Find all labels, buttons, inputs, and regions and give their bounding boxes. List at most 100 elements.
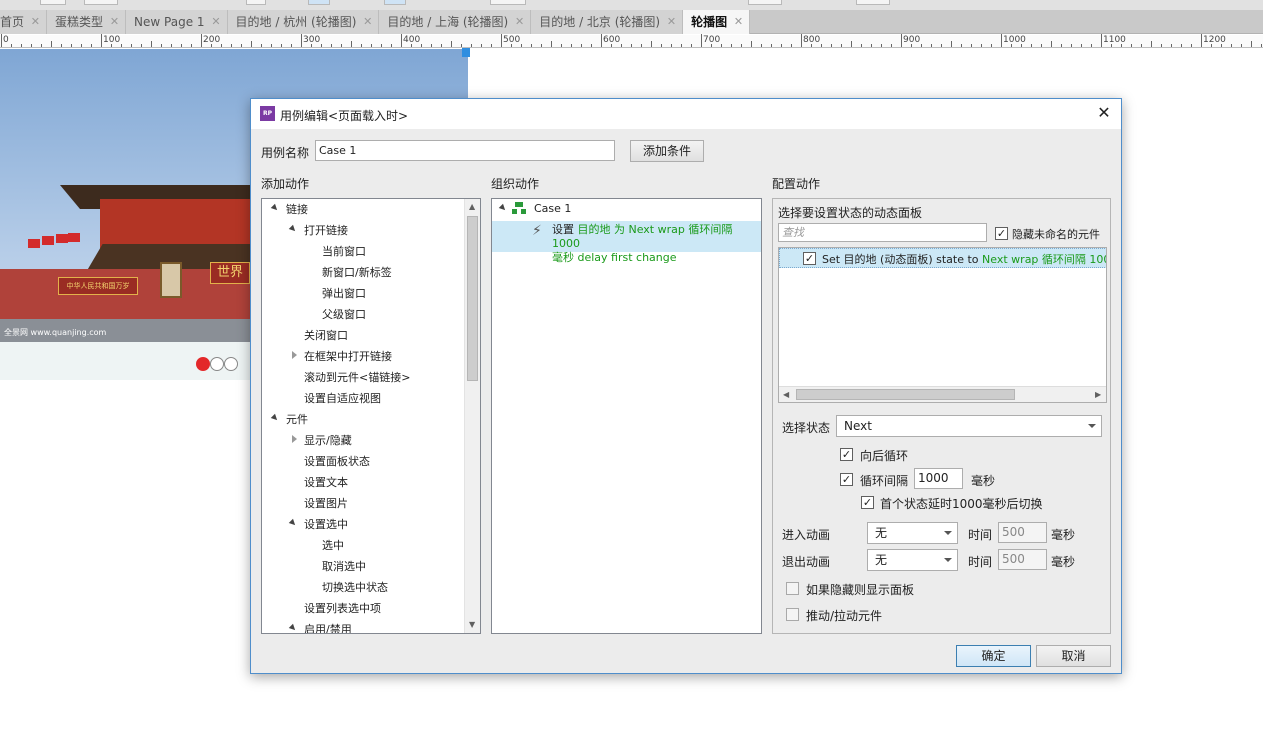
add-condition-button[interactable]: 添加条件 (630, 140, 704, 162)
ruler-label: 1000 (1003, 35, 1026, 45)
search-input[interactable]: 查找 (778, 223, 987, 242)
action-tree-item[interactable]: 设置面板状态 (304, 453, 370, 469)
toolbar-button[interactable] (40, 0, 66, 5)
tab-shanghai[interactable]: 目的地 / 上海 (轮播图) ✕ (379, 10, 532, 34)
cancel-button[interactable]: 取消 (1036, 645, 1111, 667)
action-tree-item[interactable]: 设置文本 (304, 474, 348, 490)
enter-time-input[interactable]: 500 (998, 522, 1047, 543)
organized-action-row[interactable]: ⚡ 设置 目的地 为 Next wrap 循环间隔 1000 毫秒 delay … (492, 221, 761, 264)
action-tree-item[interactable]: 设置图片 (304, 495, 348, 511)
close-icon[interactable]: ✕ (667, 10, 676, 34)
collapse-icon[interactable] (288, 623, 298, 633)
carousel-dot-3[interactable] (224, 357, 238, 371)
scroll-left-icon[interactable]: ◀ (783, 390, 789, 399)
collapse-icon[interactable] (270, 203, 280, 213)
collapse-icon[interactable] (288, 224, 298, 234)
hide-unnamed-checkbox[interactable]: ✓ (995, 227, 1008, 240)
ruler-label: 0 (3, 35, 9, 45)
show-if-hidden-checkbox[interactable] (786, 582, 799, 595)
toolbar-button[interactable] (308, 0, 330, 5)
case-name-label: 用例名称 (261, 146, 310, 160)
row-checkbox[interactable]: ✓ (803, 252, 816, 265)
close-icon[interactable]: ✕ (734, 10, 743, 34)
selection-handle[interactable] (462, 48, 470, 57)
carousel-dot-2[interactable] (210, 357, 224, 371)
action-tree-item[interactable]: 当前窗口 (322, 243, 366, 259)
scroll-down-icon[interactable]: ▼ (469, 620, 475, 629)
action-tree-scrollbar[interactable]: ▲ ▼ (464, 199, 480, 633)
close-icon[interactable]: ✕ (1093, 102, 1115, 124)
action-tree-item[interactable]: 切换选中状态 (322, 579, 388, 595)
chevron-down-icon (1088, 424, 1096, 428)
close-icon[interactable]: ✕ (110, 10, 119, 34)
tab-label: 目的地 / 杭州 (轮播图) (235, 15, 357, 29)
action-tree-item[interactable]: 设置自适应视图 (304, 390, 381, 406)
action-tree-item[interactable]: 打开链接 (304, 222, 348, 238)
toolbar-button[interactable] (384, 0, 406, 5)
select-state-dropdown[interactable]: Next (836, 415, 1102, 437)
action-tree-item[interactable]: 链接 (286, 201, 308, 217)
action-tree-item[interactable]: 关闭窗口 (304, 327, 348, 343)
close-icon[interactable]: ✕ (211, 10, 220, 34)
ok-button[interactable]: 确定 (956, 645, 1031, 667)
action-tree-item[interactable]: 在框架中打开链接 (304, 348, 392, 364)
ruler-label: 1200 (1203, 35, 1226, 45)
interval-checkbox[interactable]: ✓ (840, 473, 853, 486)
scroll-right-icon[interactable]: ▶ (1095, 390, 1101, 399)
action-tree-item[interactable]: 取消选中 (322, 558, 366, 574)
exit-anim-dropdown[interactable]: 无 (867, 549, 958, 571)
action-tree-item[interactable]: 选中 (322, 537, 344, 553)
carousel-dot-1[interactable] (196, 357, 210, 371)
case-name-input[interactable]: Case 1 (315, 140, 615, 161)
action-tree-item[interactable]: 父级窗口 (322, 306, 366, 322)
select-state-label: 选择状态 (782, 421, 831, 435)
exit-anim-value: 无 (875, 553, 888, 567)
tab-carousel[interactable]: 轮播图 ✕ (683, 10, 751, 34)
action-tree-item[interactable]: 新窗口/新标签 (322, 264, 392, 280)
exit-time-input[interactable]: 500 (998, 549, 1047, 570)
tab-beijing[interactable]: 目的地 / 北京 (轮播图) ✕ (531, 10, 684, 34)
collapse-icon[interactable] (288, 518, 298, 528)
wrap-checkbox[interactable]: ✓ (840, 448, 853, 461)
case-node[interactable]: Case 1 (534, 202, 571, 215)
horizontal-scrollbar[interactable]: ◀ ▶ (779, 386, 1106, 402)
expand-icon[interactable] (292, 351, 297, 359)
action-tree-item[interactable]: 启用/禁用 (304, 621, 352, 633)
banner-left: 中华人民共和国万岁 (58, 277, 138, 295)
row-text: Set 目的地 (动态面板) state to Next wrap 循环间隔 1… (822, 253, 1106, 266)
tab-new-page-1[interactable]: New Page 1 ✕ (126, 10, 228, 34)
tab-home[interactable]: 首页 ✕ (0, 10, 48, 34)
toolbar-button[interactable] (490, 0, 526, 5)
scroll-up-icon[interactable]: ▲ (469, 202, 475, 211)
action-tree-item[interactable]: 设置选中 (304, 516, 348, 532)
scroll-thumb[interactable] (796, 389, 1015, 400)
panel-list-row[interactable]: ✓ Set 目的地 (动态面板) state to Next wrap 循环间隔… (779, 248, 1106, 268)
scroll-thumb[interactable] (467, 216, 478, 381)
expand-icon[interactable] (498, 203, 508, 213)
close-icon[interactable]: ✕ (363, 10, 372, 34)
action-tree-item[interactable]: 显示/隐藏 (304, 432, 352, 448)
action-tree-item[interactable]: 弹出窗口 (322, 285, 366, 301)
interval-input[interactable]: 1000 (914, 468, 963, 489)
watermark: 全景网 www.quanjing.com (4, 328, 107, 337)
action-tree-item[interactable]: 滚动到元件<锚链接> (304, 369, 410, 385)
first-delay-checkbox[interactable]: ✓ (861, 496, 874, 509)
collapse-icon[interactable] (270, 413, 280, 423)
close-icon[interactable]: ✕ (31, 10, 40, 34)
chevron-down-icon (944, 558, 952, 562)
action-tree-item[interactable]: 设置列表选中项 (304, 600, 381, 616)
expand-icon[interactable] (292, 435, 297, 443)
toolbar-button[interactable] (856, 0, 890, 5)
show-if-hidden-label: 如果隐藏则显示面板 (806, 583, 915, 597)
tab-hangzhou[interactable]: 目的地 / 杭州 (轮播图) ✕ (227, 10, 380, 34)
tab-cake-types[interactable]: 蛋糕类型 ✕ (47, 10, 127, 34)
toolbar-button[interactable] (748, 0, 782, 5)
toolbar-button[interactable] (246, 0, 266, 5)
tab-label: 目的地 / 北京 (轮播图) (539, 15, 661, 29)
close-icon[interactable]: ✕ (515, 10, 524, 34)
action-tree-item[interactable]: 元件 (286, 411, 308, 427)
enter-anim-dropdown[interactable]: 无 (867, 522, 958, 544)
toolbar-button[interactable] (84, 0, 118, 5)
hide-unnamed-label: 隐藏未命名的元件 (1012, 228, 1100, 241)
push-pull-checkbox[interactable] (786, 608, 799, 621)
